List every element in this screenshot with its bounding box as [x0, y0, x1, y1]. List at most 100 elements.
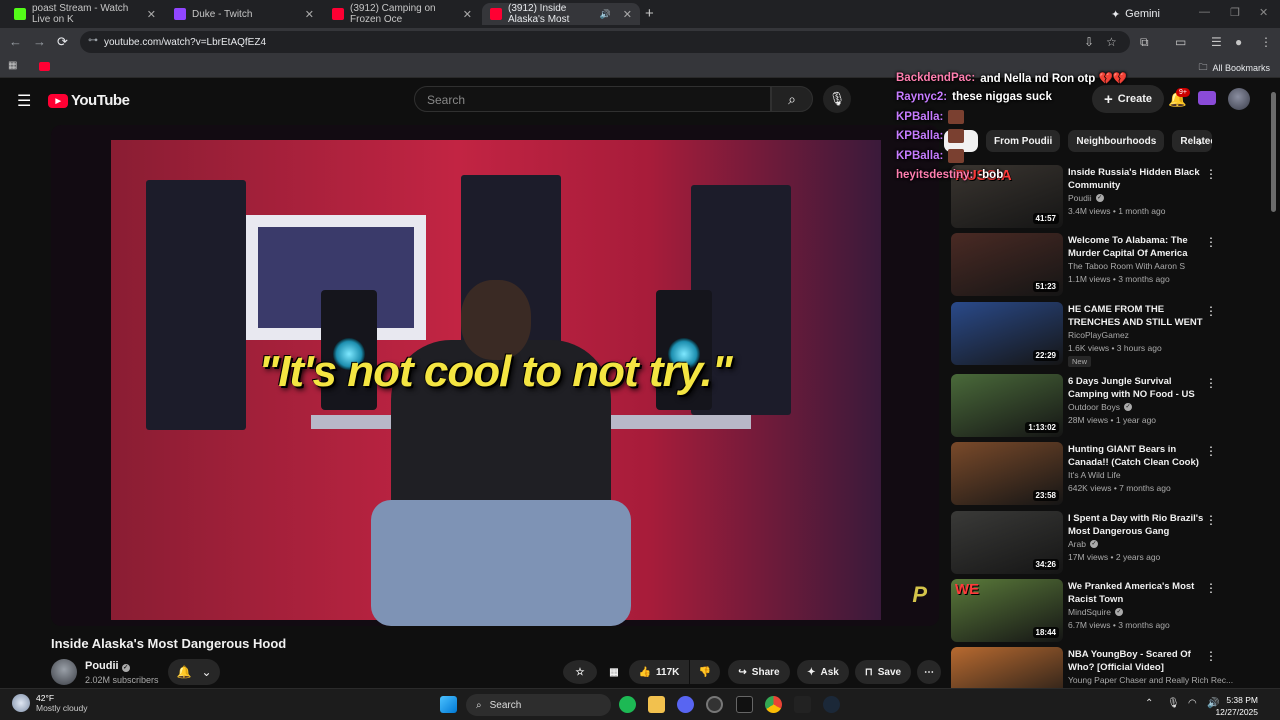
recommendation-channel[interactable]: It's A Wild Life — [1068, 470, 1121, 480]
video-thumbnail[interactable]: 34:26 — [951, 511, 1063, 574]
star-button[interactable]: ☆ — [563, 660, 597, 684]
recommendation-title[interactable]: 6 Days Jungle Survival Camping with NO F… — [1068, 375, 1208, 401]
epic-games-icon[interactable] — [736, 696, 753, 713]
video-player[interactable]: "It's not cool to not try." P — [51, 125, 939, 626]
chevron-up-icon[interactable]: ⌃ — [1145, 698, 1153, 709]
more-vertical-icon[interactable]: ⋮ — [1205, 581, 1217, 595]
channel-name[interactable]: Poudii ✓ — [85, 660, 130, 672]
recommendation-title[interactable]: NBA YoungBoy - Scared Of Who? [Official … — [1068, 648, 1208, 674]
steam-icon[interactable] — [823, 696, 840, 713]
channel-avatar[interactable] — [51, 659, 77, 685]
maximize-icon[interactable]: ❐ — [1230, 6, 1240, 19]
new-tab-icon[interactable]: + — [645, 5, 654, 22]
recommendation-channel[interactable]: Young Paper Chaser and Really Rich Rec..… — [1068, 675, 1233, 685]
browser-tab[interactable]: poast Stream - Watch Live on K ✕ — [6, 3, 164, 25]
recommendation-channel[interactable]: Arab ✓ — [1068, 539, 1098, 549]
media-controls-icon[interactable]: ☰ — [1211, 35, 1222, 49]
close-window-icon[interactable]: ✕ — [1259, 6, 1268, 19]
minimize-icon[interactable]: — — [1199, 6, 1210, 18]
voice-search-button[interactable]: 🎙 — [823, 85, 851, 113]
recommendation-item[interactable]: 23:58 Hunting GIANT Bears in Canada!! (Ca… — [951, 442, 1221, 506]
recommendation-channel[interactable]: MindSquire ✓ — [1068, 607, 1123, 617]
twitch-extension-icon[interactable] — [1198, 91, 1216, 105]
close-tab-icon[interactable]: ✕ — [147, 8, 156, 21]
site-info-icon[interactable]: ⊶ — [88, 35, 98, 46]
profile-icon[interactable]: ● — [1235, 35, 1242, 49]
back-icon[interactable]: ← — [9, 34, 22, 49]
address-bar[interactable]: ⊶ youtube.com/watch?v=LbrEtAQfEZ4 — [80, 31, 1130, 53]
weather-widget[interactable]: 42°F Mostly cloudy — [12, 693, 88, 713]
recommendation-title[interactable]: We Pranked America's Most Racist Town — [1068, 580, 1208, 606]
wifi-icon[interactable]: ◠ — [1188, 698, 1197, 709]
taskbar-search[interactable]: ⌕ Search — [466, 694, 611, 716]
video-thumbnail[interactable]: 22:29 — [951, 302, 1063, 365]
more-vertical-icon[interactable]: ⋮ — [1205, 376, 1217, 390]
chevron-right-icon[interactable]: › — [1198, 135, 1202, 149]
hamburger-menu-icon[interactable]: ☰ — [17, 91, 31, 111]
file-explorer-icon[interactable] — [648, 696, 665, 713]
browser-tab[interactable]: (3912) Camping on Frozen Oce ✕ — [324, 3, 480, 25]
subscription-bell-button[interactable]: 🔔 ⌄ — [168, 659, 220, 685]
apps-grid-icon[interactable]: ▦ — [8, 60, 17, 71]
ask-button[interactable]: ✦ Ask — [797, 660, 849, 684]
recommendation-title[interactable]: HE CAME FROM THE TRENCHES AND STILL WENT… — [1068, 303, 1208, 329]
spotify-icon[interactable] — [619, 696, 636, 713]
scrollbar-thumb[interactable] — [1271, 92, 1276, 212]
like-button[interactable]: 👍 117K — [629, 660, 689, 684]
youtube-logo[interactable]: ▶ YouTube — [48, 92, 130, 109]
extensions-icon[interactable]: ⧉ — [1140, 35, 1149, 50]
recommendation-title[interactable]: Welcome To Alabama: The Murder Capital O… — [1068, 234, 1208, 260]
recommendation-item[interactable]: 22:29 HE CAME FROM THE TRENCHES AND STILL… — [951, 302, 1221, 367]
clip-button[interactable]: ▦ — [603, 660, 625, 684]
share-button[interactable]: ↪ Share — [728, 660, 790, 684]
install-app-icon[interactable]: ⇩ — [1084, 35, 1094, 49]
forward-icon[interactable]: → — [33, 34, 46, 49]
recommendation-channel[interactable]: The Taboo Room With Aaron S — [1068, 261, 1185, 271]
youtube-bookmark-icon[interactable] — [39, 62, 50, 71]
speaker-icon[interactable]: 🔊 — [600, 9, 611, 20]
more-vertical-icon[interactable]: ⋮ — [1205, 304, 1217, 318]
menu-dots-icon[interactable]: ⋮ — [1260, 35, 1272, 49]
bookmark-star-icon[interactable]: ☆ — [1106, 35, 1117, 49]
page-scrollbar[interactable] — [1270, 80, 1278, 688]
gemini-button[interactable]: ✦ Gemini — [1101, 4, 1170, 24]
video-thumbnail[interactable]: 1:13:02 — [951, 374, 1063, 437]
recommendation-channel[interactable]: Poudii ✓ — [1068, 193, 1104, 203]
more-vertical-icon[interactable]: ⋮ — [1205, 513, 1217, 527]
recommendation-channel[interactable]: Outdoor Boys ✓ — [1068, 402, 1132, 412]
close-tab-icon[interactable]: ✕ — [305, 8, 314, 21]
dislike-button[interactable]: 👎 — [690, 660, 720, 684]
recommendation-item[interactable]: 51:23 Welcome To Alabama: The Murder Capi… — [951, 233, 1221, 297]
chrome-icon[interactable] — [765, 696, 782, 713]
recommendation-item[interactable]: 34:26 I Spent a Day with Rio Brazil's Mos… — [951, 511, 1221, 575]
app-icon[interactable] — [706, 696, 723, 713]
microphone-icon[interactable]: 🎙 — [1167, 698, 1180, 709]
app-icon[interactable] — [794, 696, 811, 713]
video-thumbnail[interactable]: 23:58 — [951, 442, 1063, 505]
search-button[interactable]: ⌕ — [771, 86, 813, 112]
recommendation-channel[interactable]: RicoPlayGamez — [1068, 330, 1129, 340]
video-thumbnail[interactable]: 51:23 — [951, 233, 1063, 296]
start-icon[interactable] — [440, 696, 457, 713]
save-button[interactable]: ⊓ Save — [855, 660, 911, 684]
more-vertical-icon[interactable]: ⋮ — [1205, 444, 1217, 458]
more-vertical-icon[interactable]: ⋮ — [1205, 167, 1217, 181]
close-tab-icon[interactable]: ✕ — [623, 8, 632, 21]
browser-tab[interactable]: Duke - Twitch ✕ — [166, 3, 322, 25]
recommendation-title[interactable]: I Spent a Day with Rio Brazil's Most Dan… — [1068, 512, 1208, 538]
browser-tab-active[interactable]: (3912) Inside Alaska's Most 🔊 ✕ — [482, 3, 640, 25]
more-vertical-icon[interactable]: ⋮ — [1205, 235, 1217, 249]
side-panel-icon[interactable]: ▭ — [1175, 35, 1186, 49]
discord-icon[interactable] — [677, 696, 694, 713]
reload-icon[interactable]: ⟳ — [57, 34, 68, 50]
video-thumbnail[interactable]: WE 18:44 — [951, 579, 1063, 642]
recommendation-title[interactable]: Hunting GIANT Bears in Canada!! (Catch C… — [1068, 443, 1208, 469]
more-actions-button[interactable]: ⋯ — [917, 660, 941, 684]
recommendation-item[interactable]: WE 18:44 We Pranked America's Most Racist … — [951, 579, 1221, 643]
system-clock[interactable]: 5:38 PM 12/27/2025 — [1215, 694, 1258, 718]
all-bookmarks-button[interactable]: 🗀 All Bookmarks — [1198, 60, 1270, 76]
account-avatar[interactable] — [1228, 88, 1250, 110]
close-tab-icon[interactable]: ✕ — [463, 8, 472, 21]
more-vertical-icon[interactable]: ⋮ — [1205, 649, 1217, 663]
recommendation-item[interactable]: 1:13:02 6 Days Jungle Survival Camping wi… — [951, 374, 1221, 438]
